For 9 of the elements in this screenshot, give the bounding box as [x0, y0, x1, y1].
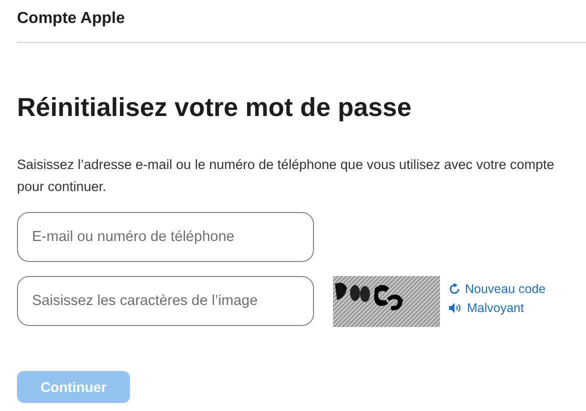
new-code-link[interactable]: Nouveau code	[449, 282, 546, 296]
input-field[interactable]: Saisissez les caractères de l’image	[17, 276, 314, 326]
instructions-text: Saisissez l’adresse e-mail ou le numéro de téléphone que vous utilisez avec votre compte pour continuer.	[17, 156, 556, 196]
speaker-icon	[449, 302, 462, 312]
input-field[interactable]: E-mail ou numéro de téléphone	[17, 212, 314, 262]
audio-link[interactable]: Malvoyant	[449, 300, 546, 314]
page-title: Compte Apple	[17, 10, 125, 28]
heading: Réinitialisez votre mot de passe	[17, 92, 412, 122]
refresh-icon	[449, 282, 460, 294]
